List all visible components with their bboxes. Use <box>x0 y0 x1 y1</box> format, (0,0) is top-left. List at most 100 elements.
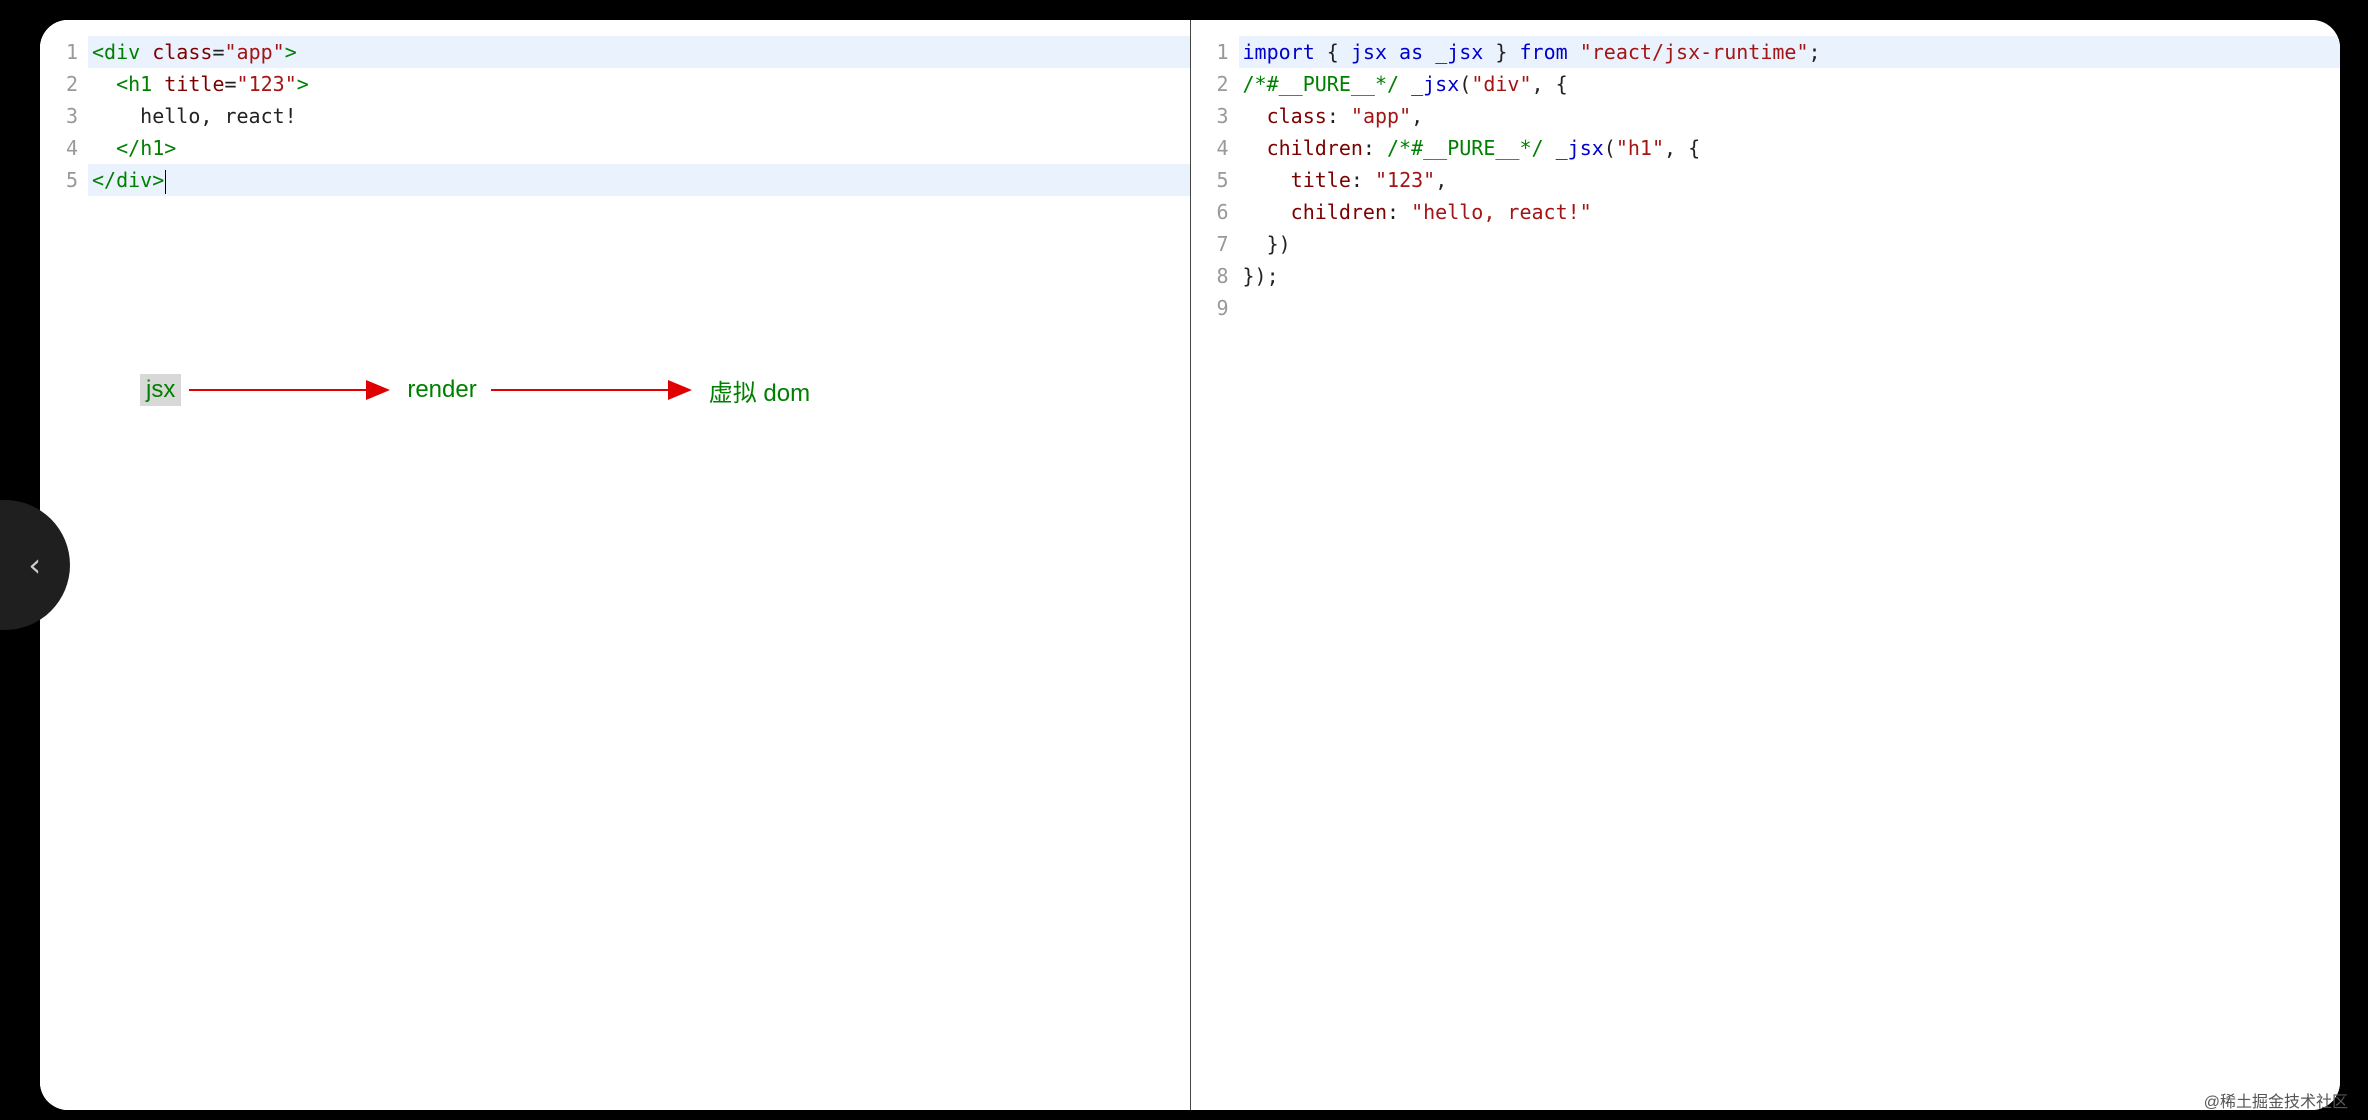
code-line[interactable]: }) <box>1239 228 2341 260</box>
code-token: "app" <box>224 40 284 64</box>
code-token: hello, react! <box>92 104 297 128</box>
line-number: 4 <box>40 132 88 164</box>
code-line[interactable]: title: "123", <box>1239 164 2341 196</box>
code-token: "div" <box>1471 72 1531 96</box>
right-line-gutter: 123456789 <box>1191 20 1239 1110</box>
line-number: 4 <box>1191 132 1239 164</box>
code-token: }) <box>1243 232 1291 256</box>
diagram-label-jsx: jsx <box>140 374 181 406</box>
line-number: 5 <box>40 164 88 196</box>
code-token: : <box>1351 168 1375 192</box>
code-token <box>1568 40 1580 64</box>
code-token: { <box>1315 40 1351 64</box>
code-token: = <box>212 40 224 64</box>
code-line[interactable]: class: "app", <box>1239 100 2341 132</box>
line-number: 2 <box>40 68 88 100</box>
line-number: 1 <box>1191 36 1239 68</box>
code-token <box>1243 136 1267 160</box>
code-token: /*#__PURE__*/ <box>1387 136 1544 160</box>
code-token <box>152 72 164 96</box>
code-line[interactable]: }); <box>1239 260 2341 292</box>
code-token: _jsx <box>1556 136 1604 160</box>
code-token: < <box>92 40 104 64</box>
code-token: , { <box>1664 136 1700 160</box>
code-token: </ <box>92 168 116 192</box>
arrow-icon <box>181 380 401 400</box>
code-token: ; <box>1808 40 1820 64</box>
code-token <box>1243 200 1291 224</box>
code-token: ( <box>1604 136 1616 160</box>
text-cursor <box>165 170 166 194</box>
code-line[interactable] <box>1239 292 2341 324</box>
chevron-left-icon: ‹ <box>25 546 44 584</box>
code-token: "react/jsx-runtime" <box>1580 40 1809 64</box>
code-line[interactable]: <div class="app"> <box>88 36 1190 68</box>
code-token: } <box>1483 40 1519 64</box>
code-token: = <box>225 72 237 96</box>
code-token <box>92 72 116 96</box>
code-token: : <box>1387 200 1411 224</box>
code-token: title <box>1291 168 1351 192</box>
code-token: children <box>1291 200 1387 224</box>
code-token: "hello, react!" <box>1411 200 1592 224</box>
code-token: _jsx <box>1411 72 1459 96</box>
line-number: 1 <box>40 36 88 68</box>
code-token: "123" <box>1375 168 1435 192</box>
left-editor-pane[interactable]: 12345 <div class="app"> <h1 title="123">… <box>40 20 1191 1110</box>
code-line[interactable]: <h1 title="123"> <box>88 68 1190 100</box>
code-token <box>92 136 116 160</box>
code-token: title <box>164 72 224 96</box>
code-token: _jsx <box>1435 40 1483 64</box>
line-number: 6 <box>1191 196 1239 228</box>
diagram-label-vdom: 虚拟 dom <box>703 371 816 410</box>
code-line[interactable]: hello, react! <box>88 100 1190 132</box>
code-line[interactable]: /*#__PURE__*/ _jsx("div", { <box>1239 68 2341 100</box>
code-line[interactable]: import { jsx as _jsx } from "react/jsx-r… <box>1239 36 2341 68</box>
code-token: h1 <box>140 136 164 160</box>
code-token: div <box>104 40 140 64</box>
code-token: children <box>1267 136 1363 160</box>
code-line[interactable]: children: "hello, react!" <box>1239 196 2341 228</box>
code-token <box>1243 104 1267 128</box>
code-token: : <box>1363 136 1387 160</box>
code-token: , <box>1411 104 1423 128</box>
diagram-label-render: render <box>401 374 482 406</box>
code-token: class <box>152 40 212 64</box>
jsx-flow-diagram: jsx render 虚拟 dom <box>140 360 860 420</box>
editor-window: 12345 <div class="app"> <h1 title="123">… <box>40 20 2340 1110</box>
code-token: > <box>297 72 309 96</box>
right-code-area[interactable]: import { jsx as _jsx } from "react/jsx-r… <box>1239 20 2341 1110</box>
code-token <box>1544 136 1556 160</box>
code-line[interactable]: </div> <box>88 164 1190 196</box>
line-number: 2 <box>1191 68 1239 100</box>
code-token: from <box>1519 40 1567 64</box>
code-token: , { <box>1532 72 1568 96</box>
code-token: "123" <box>237 72 297 96</box>
line-number: 8 <box>1191 260 1239 292</box>
code-token: "h1" <box>1616 136 1664 160</box>
code-token: > <box>164 136 176 160</box>
code-token: > <box>285 40 297 64</box>
watermark-text: @稀土掘金技术社区 <box>2204 1088 2348 1112</box>
code-token <box>1423 40 1435 64</box>
right-editor-pane[interactable]: 123456789 import { jsx as _jsx } from "r… <box>1191 20 2341 1110</box>
code-line[interactable]: children: /*#__PURE__*/ _jsx("h1", { <box>1239 132 2341 164</box>
code-token: div <box>116 168 152 192</box>
code-token <box>1243 168 1291 192</box>
code-token: h1 <box>128 72 152 96</box>
code-token: > <box>152 168 164 192</box>
left-code-area[interactable]: <div class="app"> <h1 title="123"> hello… <box>88 20 1190 1110</box>
code-token <box>1387 40 1399 64</box>
code-token: import <box>1243 40 1315 64</box>
code-token: jsx <box>1351 40 1387 64</box>
code-token: , <box>1435 168 1447 192</box>
line-number: 3 <box>40 100 88 132</box>
code-token <box>1399 72 1411 96</box>
code-line[interactable]: </h1> <box>88 132 1190 164</box>
line-number: 3 <box>1191 100 1239 132</box>
code-token <box>140 40 152 64</box>
line-number: 7 <box>1191 228 1239 260</box>
line-number: 5 <box>1191 164 1239 196</box>
line-number: 9 <box>1191 292 1239 324</box>
code-token: "app" <box>1351 104 1411 128</box>
